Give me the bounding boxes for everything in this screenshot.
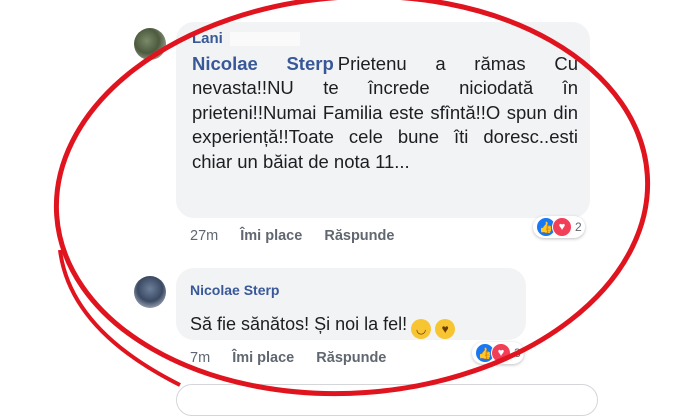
- kiss-emoji: ♥: [435, 319, 456, 339]
- like-button[interactable]: Îmi place: [240, 228, 302, 244]
- comment-actions: 27m Îmi place Răspunde: [190, 228, 412, 244]
- comment-time[interactable]: 27m: [190, 228, 218, 244]
- comment-text: Nicolae Sterp Prietenu a rămas Cu nevasta…: [192, 52, 578, 174]
- redaction-mark: [230, 32, 300, 46]
- love-reaction-icon: ♥: [491, 343, 511, 363]
- like-button[interactable]: Îmi place: [232, 350, 294, 366]
- reaction-count: 3: [514, 346, 521, 360]
- comment-body: Să fie sănătos! Și noi la fel!: [190, 314, 408, 334]
- reaction-summary[interactable]: 👍 ♥ 3: [472, 342, 524, 364]
- reply-input[interactable]: [176, 384, 598, 416]
- reply-button[interactable]: Răspunde: [316, 350, 386, 366]
- comment-actions: 7m Îmi place Răspunde: [190, 350, 404, 366]
- avatar[interactable]: [134, 276, 166, 308]
- reaction-summary[interactable]: 👍 ♥ 2: [533, 216, 585, 238]
- comment-author[interactable]: Nicolae Sterp: [190, 282, 279, 298]
- reaction-count: 2: [575, 220, 582, 234]
- reply-button[interactable]: Răspunde: [324, 228, 394, 244]
- mention-link[interactable]: Nicolae Sterp: [192, 53, 334, 74]
- avatar[interactable]: [134, 28, 166, 60]
- comment-text: Să fie sănătos! Și noi la fel! ◡ ♥: [190, 312, 456, 339]
- comment-time[interactable]: 7m: [190, 350, 210, 366]
- grin-emoji: ◡: [411, 319, 432, 339]
- comment-author[interactable]: Lani: [192, 30, 223, 47]
- love-reaction-icon: ♥: [552, 217, 572, 237]
